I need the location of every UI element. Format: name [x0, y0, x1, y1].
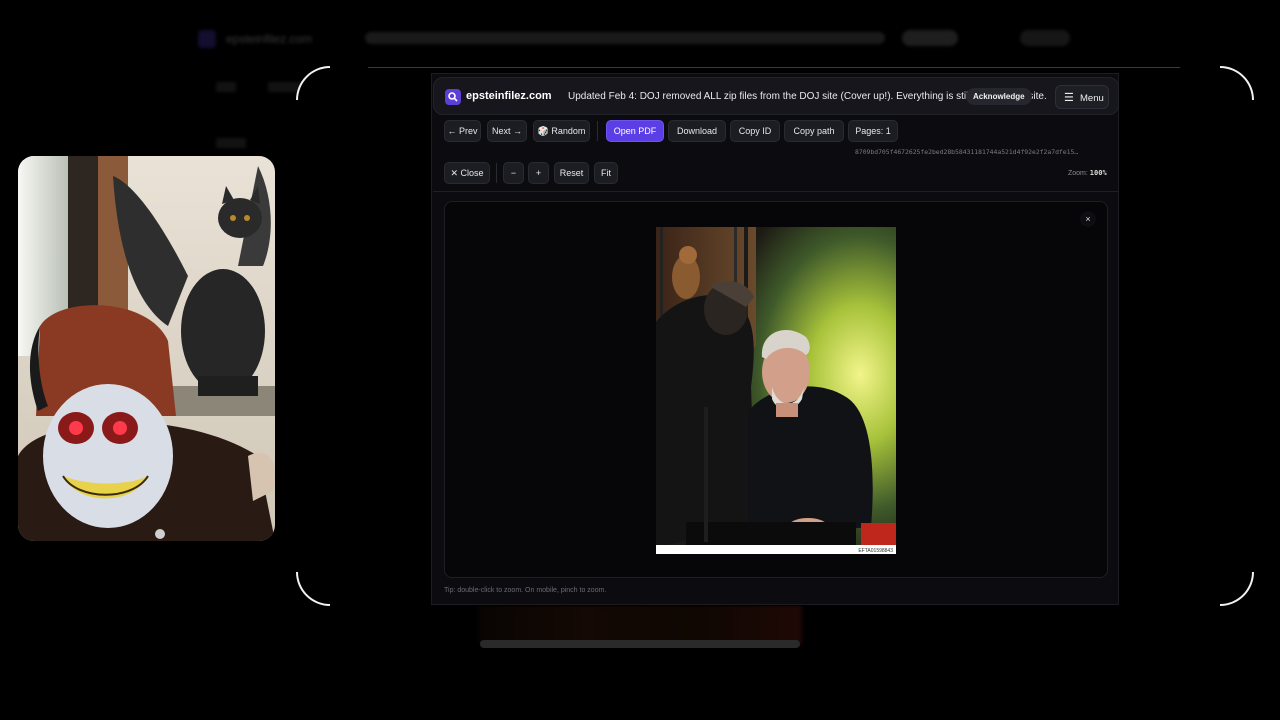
- background-site-name: epsteinfilez.com: [226, 32, 313, 46]
- close-button[interactable]: ✕ Close: [444, 162, 490, 184]
- background-button: [902, 30, 958, 46]
- zoom-tip: Tip: double-click to zoom. On mobile, pi…: [444, 587, 607, 594]
- site-header: epsteinfilez.com Updated Feb 4: DOJ remo…: [433, 77, 1119, 115]
- pages-indicator: Pages: 1: [848, 120, 898, 142]
- prev-button[interactable]: ← Prev: [444, 120, 481, 142]
- acknowledge-button[interactable]: Acknowledge: [966, 88, 1032, 105]
- background-thumbnail: [478, 605, 802, 645]
- webcam-overlay: [18, 156, 275, 541]
- toolbar-divider: [597, 121, 598, 141]
- copy-path-button[interactable]: Copy path: [784, 120, 844, 142]
- background-menu: [1020, 30, 1070, 46]
- menu-label: Menu: [1080, 93, 1104, 104]
- image-viewer[interactable]: × EFTA01598843: [444, 201, 1108, 578]
- background-notice: [365, 32, 885, 44]
- toolbar-separator: [433, 191, 1119, 192]
- fit-button[interactable]: Fit: [594, 162, 618, 184]
- document-photo[interactable]: EFTA01598843: [656, 227, 896, 554]
- copy-id-button[interactable]: Copy ID: [730, 120, 780, 142]
- download-button[interactable]: Download: [668, 120, 726, 142]
- document-viewer-app: epsteinfilez.com Updated Feb 4: DOJ remo…: [431, 73, 1119, 605]
- reset-zoom-button[interactable]: Reset: [554, 162, 589, 184]
- zoom-in-button[interactable]: +: [528, 162, 549, 184]
- frame-top-line: [368, 67, 1180, 68]
- open-pdf-button[interactable]: Open PDF: [606, 120, 664, 142]
- frame-corner: [1220, 572, 1254, 606]
- menu-button[interactable]: ☰ Menu: [1055, 85, 1109, 109]
- zoom-readout: Zoom: 100%: [1068, 169, 1107, 177]
- hamburger-icon: ☰: [1064, 92, 1074, 104]
- zoom-label: Zoom:: [1068, 170, 1088, 177]
- toolbar-divider: [496, 163, 497, 183]
- background-scrollbar: [480, 640, 800, 648]
- zoom-value: 100%: [1089, 169, 1107, 177]
- random-button[interactable]: 🎲 Random: [533, 120, 590, 142]
- search-icon[interactable]: [445, 89, 461, 105]
- background-nav-item: [216, 82, 236, 92]
- background-logo: [198, 30, 216, 48]
- document-id-label: EFTA01598843: [858, 548, 893, 554]
- file-hash: 8709bd705f4672625fe2bed28b58431181744a52…: [855, 148, 1079, 156]
- close-icon[interactable]: ×: [1080, 211, 1096, 227]
- frame-corner: [1220, 66, 1254, 100]
- zoom-out-button[interactable]: −: [503, 162, 524, 184]
- background-nav-item: [216, 138, 246, 148]
- next-button[interactable]: Next →: [487, 120, 527, 142]
- site-name[interactable]: epsteinfilez.com: [466, 90, 552, 102]
